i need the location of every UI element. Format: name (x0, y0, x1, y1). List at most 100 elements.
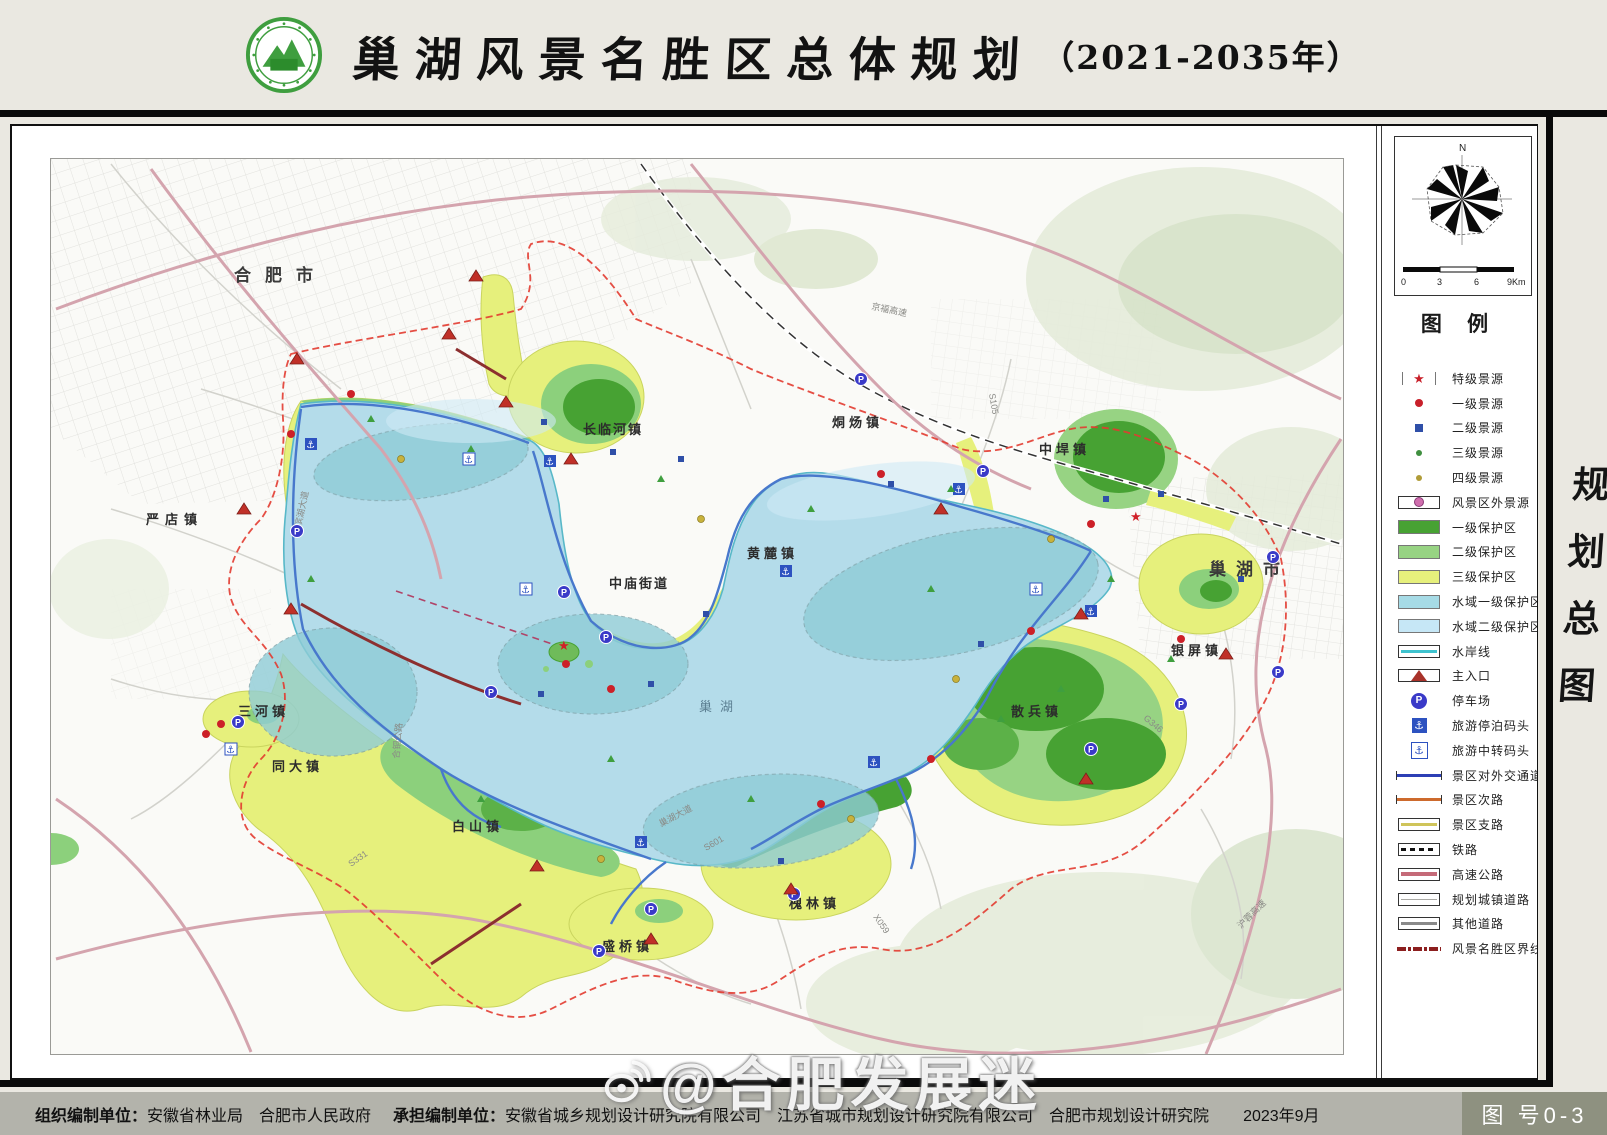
grade1-scenic-dot (1177, 635, 1185, 643)
map-label-town: 长临河镇 (583, 422, 643, 437)
map-label-town: 严店镇 (145, 512, 203, 527)
legend-label: 二级保护区 (1452, 543, 1517, 560)
legend-swatch-anchor-solid: ⚓ (1394, 718, 1444, 733)
svg-text:⚓: ⚓ (1031, 585, 1040, 596)
map-label-town: 中庙街道 (609, 576, 669, 591)
grade1-scenic-dot (607, 685, 615, 693)
svg-text:⚓: ⚓ (636, 838, 645, 849)
legend-label: 三级保护区 (1452, 568, 1517, 585)
legend-swatch-line-box (1394, 868, 1444, 881)
svg-text:P: P (294, 526, 300, 536)
footer-bar: 组织编制单位：安徽省林业局 合肥市人民政府 承担编制单位：安徽省城乡规划设计研究… (0, 1092, 1607, 1135)
grade2-scenic-square (538, 691, 544, 697)
parking-icon: P (291, 525, 304, 538)
legend-label: 水域一级保护区 (1452, 593, 1537, 610)
compass-scale-box: N 0 3 6 9 (1394, 136, 1532, 296)
lake-label: 巢湖 (699, 699, 741, 714)
legend-swatch-rect (1394, 595, 1444, 609)
grade1-scenic-dot (877, 470, 885, 478)
pier-icon: ⚓ (544, 455, 556, 468)
parking-icon: P (232, 716, 245, 729)
grade4-scenic-dot (848, 816, 855, 823)
grade1-scenic-dot (217, 720, 225, 728)
date: 2023年9月 (1243, 1102, 1320, 1126)
grade2-scenic-square (778, 858, 784, 864)
svg-text:9Km: 9Km (1507, 277, 1526, 287)
wind-rose-icon: N 0 3 6 9 (1395, 137, 1529, 293)
org-credit: 组织编制单位：安徽省林业局 合肥市人民政府 (35, 1102, 371, 1126)
svg-text:3: 3 (1437, 277, 1442, 287)
right-rule (1546, 110, 1553, 1087)
sheet-name: 规划总图 (1544, 465, 1607, 733)
svg-text:P: P (488, 687, 494, 697)
svg-text:⚓: ⚓ (306, 440, 315, 451)
grade1-scenic-dot (927, 755, 935, 763)
map-canvas[interactable]: 滨湖大道巢湖大道S601S331G346S105X059合铜公路京福高速沪蓉高速… (50, 158, 1344, 1055)
legend-swatch-anchor-outline: ⚓ (1394, 742, 1444, 759)
parking-icon: P (600, 631, 613, 644)
grade1-scenic-dot (1027, 627, 1035, 635)
legend-label: 停车场 (1452, 692, 1491, 709)
parking-icon: P (1267, 551, 1280, 564)
chaohu-map[interactable]: 滨湖大道巢湖大道S601S331G346S105X059合铜公路京福高速沪蓉高速… (51, 159, 1343, 1054)
legend-item-21: 规划城镇道路 (1382, 887, 1537, 912)
grade2-scenic-square (1238, 576, 1244, 582)
legend-label: 景区支路 (1452, 816, 1504, 833)
legend-item-16: 景区对外交通道路 (1382, 763, 1537, 788)
legend-label: 主入口 (1452, 667, 1491, 684)
legend-item-0: ★特级景源 (1382, 366, 1537, 391)
legend-item-19: 铁路 (1382, 837, 1537, 862)
legend-swatch-star: ★ (1394, 372, 1444, 385)
svg-text:⚓: ⚓ (869, 758, 878, 769)
legend-label: 其他道路 (1452, 915, 1504, 932)
legend-item-13: P停车场 (1382, 688, 1537, 713)
legend-swatch-boundary (1394, 947, 1444, 951)
transfer-pier-icon: ⚓ (463, 453, 475, 466)
svg-text:P: P (561, 587, 567, 597)
map-label-town: 同大镇 (272, 759, 323, 774)
map-label-town: 白山镇 (452, 819, 503, 834)
svg-text:⚓: ⚓ (226, 745, 235, 756)
bottom-rule (0, 1080, 1553, 1087)
legend-label: 风景名胜区界线 (1452, 940, 1537, 957)
north-label: N (1459, 143, 1466, 154)
top-scenic-star-icon: ★ (558, 638, 570, 653)
legend-label: 旅游停泊码头 (1452, 717, 1530, 734)
legend-item-4: 四级景源 (1382, 465, 1537, 490)
svg-text:⚓: ⚓ (521, 585, 530, 596)
legend-item-22: 其他道路 (1382, 912, 1537, 937)
legend-swatch-dot (1394, 450, 1444, 456)
drawing-sheet: 滨湖大道巢湖大道S601S331G346S105X059合铜公路京福高速沪蓉高速… (10, 124, 1538, 1080)
legend-swatch-square (1394, 424, 1444, 432)
legend-swatch-rect (1394, 520, 1444, 534)
legend-swatch-dot (1394, 399, 1444, 407)
plate-number: 图 号0-3 (1462, 1092, 1607, 1135)
legend-swatch-dot-box (1394, 496, 1444, 509)
legend-label: 水域二级保护区 (1452, 618, 1537, 635)
svg-text:P: P (235, 717, 241, 727)
legend-label: 三级景源 (1452, 444, 1504, 461)
pier-icon: ⚓ (953, 483, 965, 496)
page-title: 巢湖风景名胜区总体规划 (351, 21, 1037, 90)
legend-item-9: 水域一级保护区 (1382, 589, 1537, 614)
map-label-town: 烔炀镇 (832, 415, 883, 430)
parking-icon: P (977, 465, 990, 478)
legend-item-1: 一级景源 (1382, 391, 1537, 416)
pier-icon: ⚓ (305, 438, 317, 451)
grade1-scenic-dot (287, 430, 295, 438)
top-rule (0, 110, 1607, 117)
legend-item-5: 风景区外景源 (1382, 490, 1537, 515)
legend-swatch-rect (1394, 619, 1444, 633)
grade2-scenic-square (703, 611, 709, 617)
legend-label: 风景区外景源 (1452, 494, 1530, 511)
legend-swatch-line-box (1394, 917, 1444, 930)
parking-icon: P (855, 373, 868, 386)
pier-icon: ⚓ (635, 836, 647, 849)
svg-text:P: P (648, 904, 654, 914)
transfer-pier-icon: ⚓ (520, 583, 532, 596)
svg-text:0: 0 (1401, 277, 1406, 287)
legend-item-12: 主入口 (1382, 664, 1537, 689)
legend-label: 一级景源 (1452, 395, 1504, 412)
legend-item-8: 三级保护区 (1382, 564, 1537, 589)
scenic-area-emblem-icon (245, 16, 323, 94)
